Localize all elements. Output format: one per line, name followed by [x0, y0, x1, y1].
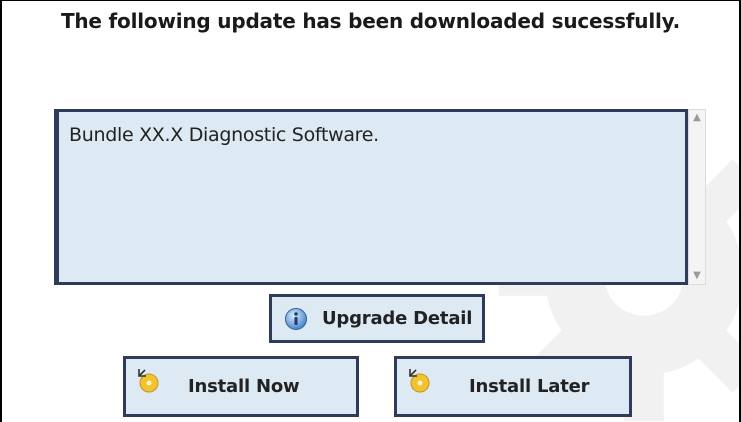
- install-now-label: Install Now: [188, 376, 300, 397]
- install-now-button[interactable]: Install Now: [123, 356, 359, 417]
- install-disk-icon: [409, 369, 430, 393]
- update-list-scrollbar[interactable]: ▲ ▼: [688, 109, 706, 285]
- update-list-box[interactable]: Bundle XX.X Diagnostic Software.: [54, 109, 688, 285]
- upgrade-detail-label: Upgrade Detail: [322, 308, 473, 329]
- update-list-item: Bundle XX.X Diagnostic Software.: [69, 124, 379, 146]
- info-icon: [285, 307, 307, 330]
- install-disk-icon: [138, 369, 159, 393]
- dialog-heading: The following update has been downloaded…: [60, 9, 681, 33]
- upgrade-detail-button[interactable]: Upgrade Detail: [269, 294, 485, 343]
- install-later-label: Install Later: [469, 376, 590, 397]
- update-dialog: The following update has been downloaded…: [0, 0, 741, 422]
- scroll-down-icon[interactable]: ▼: [691, 270, 703, 282]
- install-later-button[interactable]: Install Later: [394, 356, 632, 417]
- scroll-up-icon[interactable]: ▲: [691, 112, 703, 124]
